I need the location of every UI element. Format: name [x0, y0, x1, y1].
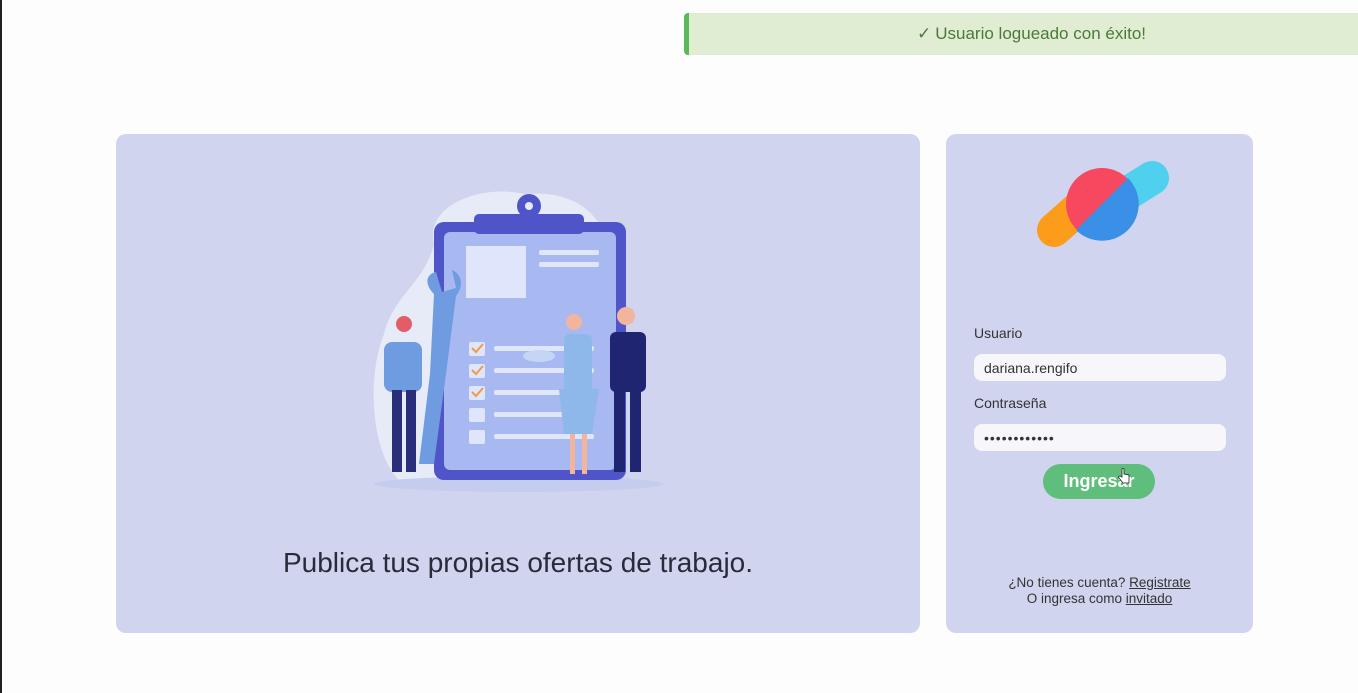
guest-text: O ingresa como: [1026, 591, 1122, 606]
job-offers-illustration: [373, 191, 664, 492]
login-footer: ¿No tienes cuenta? Registrate O ingresa …: [946, 575, 1253, 607]
password-label: Contraseña: [974, 395, 1047, 411]
password-input[interactable]: ••••••••••••: [974, 424, 1226, 451]
promo-headline: Publica tus propias ofertas de trabajo.: [282, 547, 754, 578]
page: ✓ Usuario logueado con éxito! Publica tu…: [0, 0, 1358, 693]
hand-cursor-icon: [1118, 468, 1130, 484]
login-card: Usuario dariana.rengifo Contraseña •••••…: [946, 134, 1253, 633]
app-logo: [1037, 161, 1169, 247]
username-input[interactable]: dariana.rengifo: [974, 354, 1226, 381]
check-icon: ✓: [917, 24, 932, 43]
promo-card: Publica tus propias ofertas de trabajo.: [116, 134, 920, 633]
login-button[interactable]: Ingresar: [1043, 464, 1155, 499]
success-toast: ✓ Usuario logueado con éxito!: [684, 13, 1358, 55]
toast-message: Usuario logueado con éxito!: [935, 24, 1146, 43]
guest-link[interactable]: invitado: [1126, 591, 1173, 606]
username-label: Usuario: [974, 325, 1023, 341]
no-account-text: ¿No tienes cuenta?: [1008, 575, 1126, 590]
register-link[interactable]: Registrate: [1129, 575, 1191, 590]
